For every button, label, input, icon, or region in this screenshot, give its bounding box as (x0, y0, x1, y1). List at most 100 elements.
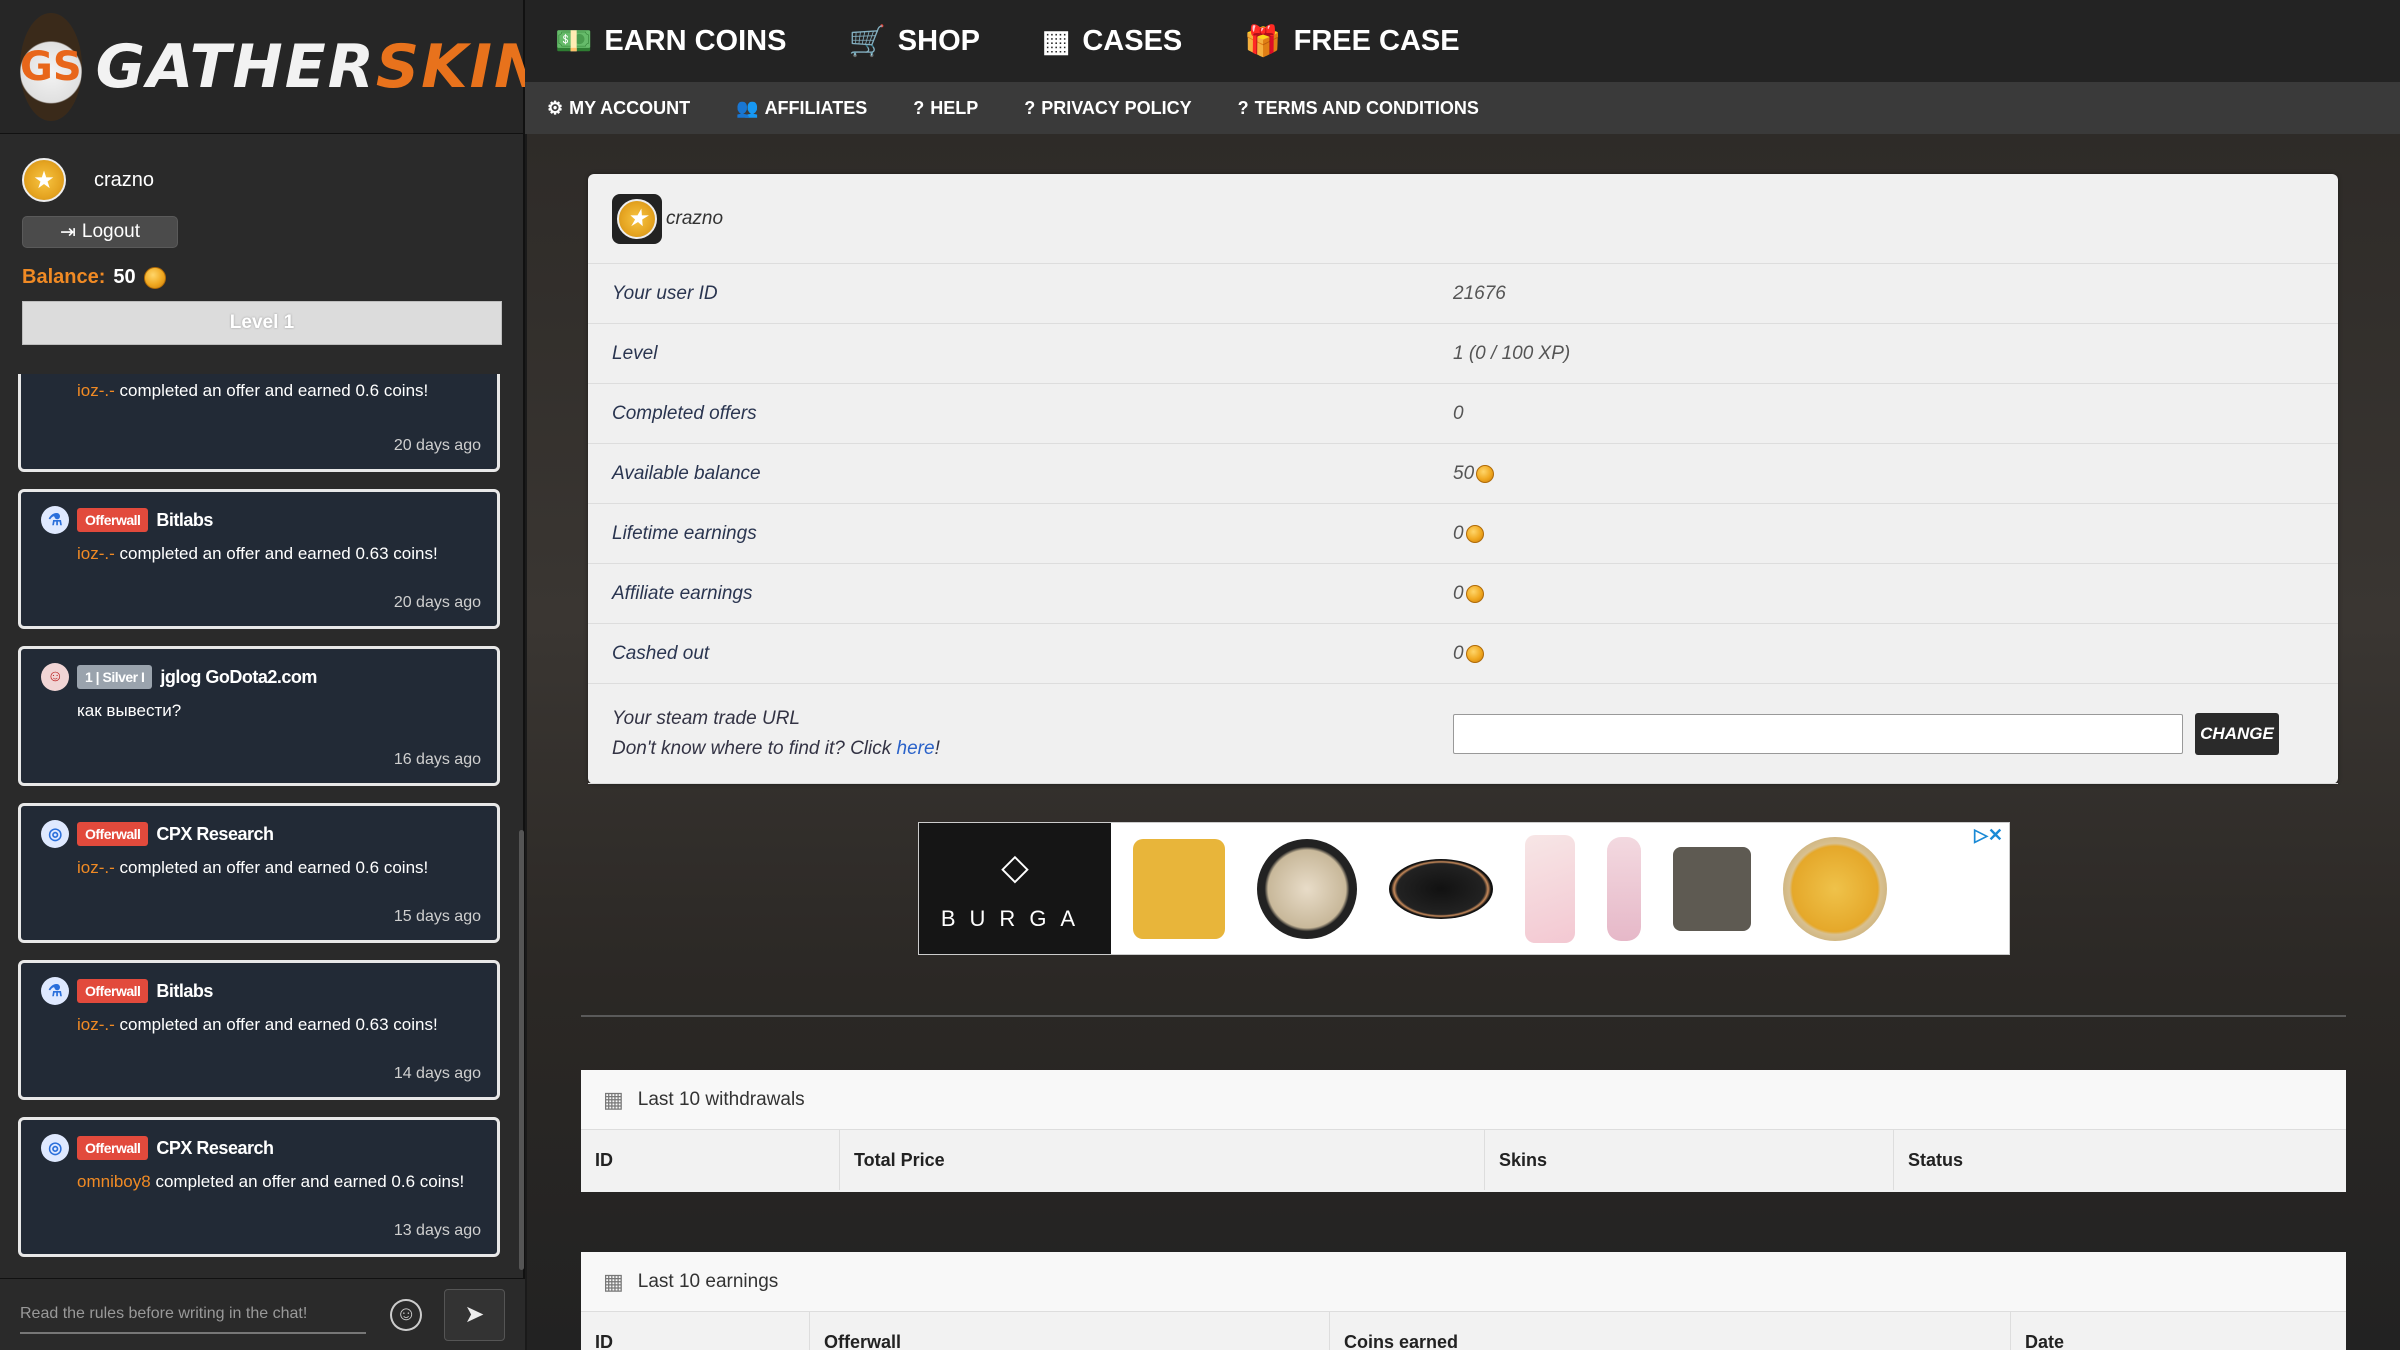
feed-card: ⚗ Offerwall Bitlabs ioz-.- completed an of… (18, 489, 500, 629)
feed-user[interactable]: ioz-.- (77, 544, 115, 563)
profile-row: Level 1 (0 / 100 XP) (588, 324, 2338, 384)
cpx-icon: ◎ (41, 1134, 69, 1162)
logo-wordmark: GATHERSKINS (95, 31, 592, 102)
table-header-row: ID Total Price Skins Status (581, 1130, 2346, 1190)
nav-affiliates[interactable]: 👥 AFFILIATES (736, 98, 867, 119)
profile-row: Affiliate earnings 0 (588, 564, 2338, 624)
ad-product-image[interactable] (1783, 836, 1887, 941)
emoji-icon[interactable]: ☺ (390, 1298, 422, 1331)
chat-bar: ☺ ➤ (0, 1278, 525, 1350)
column-header[interactable]: ID (581, 1130, 840, 1190)
nav-terms[interactable]: ? TERMS AND CONDITIONS (1238, 98, 1479, 119)
feed-time: 13 days ago (393, 1222, 481, 1239)
user-avatar-icon[interactable]: ☺ (41, 663, 69, 691)
feed-card: ◎ Offerwall CPX Research omniboy8 complete… (18, 1117, 500, 1257)
nav-privacy-policy[interactable]: ? PRIVACY POLICY (1024, 98, 1191, 119)
money-icon: 💵 (555, 24, 593, 58)
sub-nav: ⚙ MY ACCOUNT 👥 AFFILIATES ? HELP ? PRIVACY P… (525, 82, 2400, 134)
feed-source: CPX Research (156, 823, 274, 844)
activity-feed: ioz-.- completed an offer and earned 0.6… (0, 374, 525, 1278)
steam-help-link[interactable]: here (897, 738, 935, 759)
column-header[interactable]: Coins earned (1330, 1312, 2011, 1350)
nav-earn-coins[interactable]: 💵 EARN COINS (555, 24, 786, 59)
steam-trade-url-input[interactable] (1453, 713, 2183, 754)
feed-time: 14 days ago (393, 1065, 481, 1082)
feed-user[interactable]: ioz-.- (77, 858, 115, 877)
ad-product-image[interactable] (1607, 836, 1641, 941)
profile-row: Available balance 50 (588, 444, 2338, 504)
feed-source: Bitlabs (156, 980, 213, 1001)
ad-product-image[interactable] (1525, 834, 1575, 943)
cogs-icon: ⚙ (547, 97, 564, 118)
change-button[interactable]: CHANGE (2195, 712, 2279, 755)
main-nav: 💵 EARN COINS 🛒 SHOP ▦ CASES 🎁 FREE CASE (525, 0, 2400, 82)
table-icon: ▦ (603, 1086, 624, 1112)
coin-icon (1465, 584, 1484, 603)
feed-user[interactable]: omniboy8 (77, 1172, 151, 1191)
flask-icon: ⚗ (41, 977, 69, 1005)
user-avatar[interactable]: ★ (22, 158, 66, 202)
nav-my-account[interactable]: ⚙ MY ACCOUNT (547, 98, 690, 119)
steam-trade-row: Your steam trade URL Don't know where to… (588, 684, 2338, 784)
profile-row: Lifetime earnings 0 (588, 504, 2338, 564)
ad-product-image[interactable] (1673, 846, 1751, 931)
offerwall-tag: Offerwall (77, 1136, 149, 1160)
column-header[interactable]: Skins (1485, 1130, 1894, 1190)
column-header[interactable]: ID (581, 1312, 810, 1350)
column-header[interactable]: Date (2011, 1312, 2346, 1350)
ad-product-image[interactable] (1133, 838, 1225, 939)
username[interactable]: crazno (94, 169, 154, 192)
coin-icon (1476, 464, 1495, 483)
column-header[interactable]: Total Price (840, 1130, 1485, 1190)
nav-help[interactable]: ? HELP (913, 98, 978, 119)
balance: Balance: 50 (22, 266, 501, 289)
logo-badge: GS (20, 12, 82, 121)
nav-free-case[interactable]: 🎁 FREE CASE (1244, 24, 1459, 59)
flask-icon: ⚗ (41, 506, 69, 534)
chat-input[interactable] (20, 1295, 367, 1334)
feed-time: 20 days ago (393, 594, 481, 611)
offerwall-tag: Offerwall (77, 822, 149, 846)
coin-icon (143, 266, 166, 289)
profile-row: Completed offers 0 (588, 384, 2338, 444)
steam-label: Your steam trade URL (612, 707, 800, 729)
site-logo[interactable]: GS GATHERSKINS (0, 0, 589, 134)
feed-time: 15 days ago (393, 908, 481, 925)
feed-source: Bitlabs (156, 509, 213, 530)
level-progress-bar: Level 1 (22, 301, 502, 345)
ad-product-image[interactable] (1389, 858, 1493, 919)
profile-card: ★ crazno Your user ID 21676 Level 1 (0 / 1… (588, 174, 2338, 784)
chat-message: как вывести? (77, 701, 182, 720)
section-divider (581, 1015, 2346, 1017)
paper-plane-icon: ➤ (464, 1301, 485, 1328)
cart-icon: 🛒 (848, 24, 886, 58)
logout-button[interactable]: ⇥ Logout (22, 216, 178, 248)
feed-source[interactable]: jglog GoDota2.com (160, 667, 317, 688)
sidebar: GS GATHERSKINS ★ crazno ⇥ Logout Balance… (0, 0, 589, 1350)
balance-value: 50 (113, 266, 136, 288)
feed-scrollbar[interactable] (519, 830, 524, 1270)
advertisement-banner[interactable]: ◇ BURGA ▷✕ (918, 822, 2010, 955)
withdrawals-table: ▦ Last 10 withdrawals ID Total Price Skin… (581, 1070, 2346, 1192)
question-icon: ? (913, 97, 925, 118)
cases-icon: ▦ (1041, 24, 1071, 58)
feed-card: ioz-.- completed an offer and earned 0.6… (18, 374, 500, 472)
question-icon: ? (1024, 97, 1036, 118)
feed-time: 20 days ago (393, 437, 481, 454)
feed-card: ◎ Offerwall CPX Research ioz-.- completed … (18, 803, 500, 943)
coin-icon (1465, 524, 1484, 543)
column-header[interactable]: Offerwall (810, 1312, 1330, 1350)
nav-cases[interactable]: ▦ CASES (1042, 24, 1182, 59)
feed-user[interactable]: ioz-.- (77, 1015, 115, 1034)
feed-time: 16 days ago (393, 751, 481, 768)
offerwall-tag: Offerwall (77, 508, 149, 532)
feed-user[interactable]: ioz-.- (77, 381, 115, 400)
ad-close-icon[interactable]: ▷✕ (1974, 825, 2003, 846)
column-header[interactable]: Status (1894, 1130, 2346, 1190)
user-panel: ★ crazno ⇥ Logout Balance: 50 Level 1 (0, 134, 523, 374)
nav-shop[interactable]: 🛒 SHOP (848, 24, 980, 59)
ad-brand-logo[interactable]: ◇ BURGA (919, 823, 1111, 954)
feed-card: ☺ 1 | Silver I jglog GoDota2.com как вывес… (18, 646, 500, 786)
ad-product-image[interactable] (1257, 838, 1357, 939)
send-button[interactable]: ➤ (443, 1288, 505, 1341)
